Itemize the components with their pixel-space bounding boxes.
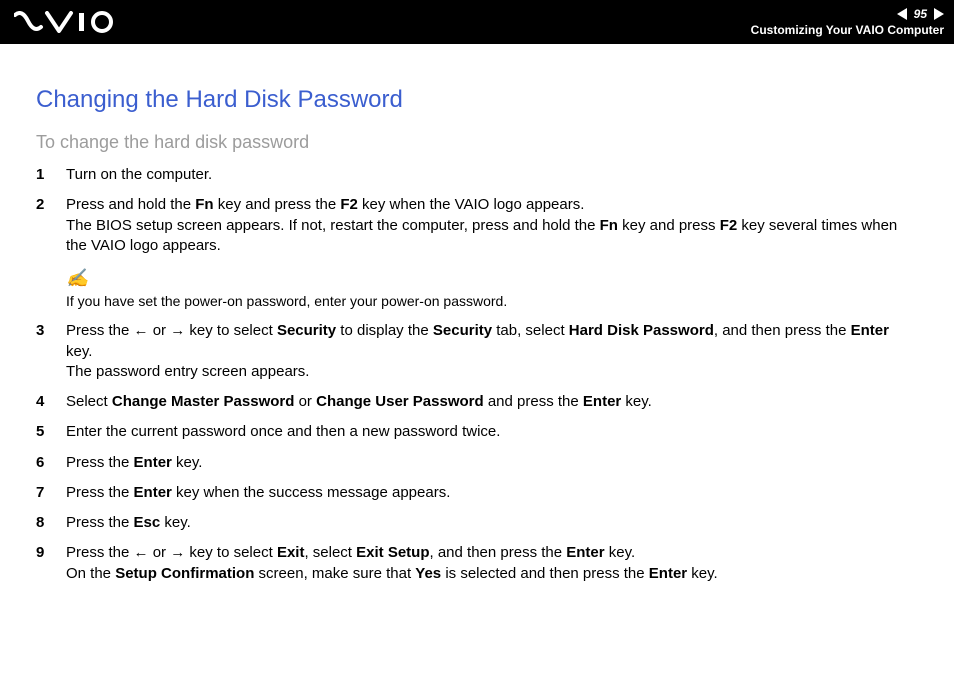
- left-arrow-icon: ←: [134, 321, 149, 341]
- step-body: Press the ← or → key to select Exit, sel…: [66, 543, 918, 584]
- step-1: 1 Turn on the computer.: [36, 165, 918, 185]
- header-bar: 95 Customizing Your VAIO Computer: [0, 0, 954, 44]
- step-number: 3: [36, 321, 66, 382]
- page-nav: 95: [897, 7, 944, 21]
- note-block: ✍ If you have set the power-on password,…: [66, 266, 918, 311]
- step-body: Press and hold the Fn key and press the …: [66, 195, 918, 256]
- step-4: 4 Select Change Master Password or Chang…: [36, 392, 918, 412]
- page-title: Changing the Hard Disk Password: [36, 86, 918, 114]
- content-area: Changing the Hard Disk Password To chang…: [0, 44, 954, 584]
- step-number: 6: [36, 453, 66, 473]
- step-5: 5 Enter the current password once and th…: [36, 422, 918, 442]
- note-icon: ✍: [66, 266, 918, 290]
- step-body: Press the Esc key.: [66, 513, 918, 533]
- steps-list: 1 Turn on the computer. 2 Press and hold…: [36, 165, 918, 584]
- step-body: Press the Enter key.: [66, 453, 918, 473]
- vaio-logo: [14, 11, 124, 33]
- step-body: Enter the current password once and then…: [66, 422, 918, 442]
- page-subtitle: To change the hard disk password: [36, 132, 918, 153]
- left-arrow-icon: ←: [134, 543, 149, 563]
- right-arrow-icon: →: [170, 543, 185, 563]
- step-body: Press the Enter key when the success mes…: [66, 483, 918, 503]
- page-number: 95: [910, 7, 931, 21]
- step-2: 2 Press and hold the Fn key and press th…: [36, 195, 918, 256]
- step-number: 2: [36, 195, 66, 256]
- step-number: 4: [36, 392, 66, 412]
- step-body: Turn on the computer.: [66, 165, 918, 185]
- next-page-icon[interactable]: [934, 8, 944, 20]
- header-right: 95 Customizing Your VAIO Computer: [751, 7, 944, 37]
- step-3: 3 Press the ← or → key to select Securit…: [36, 321, 918, 382]
- step-8: 8 Press the Esc key.: [36, 513, 918, 533]
- step-number: 9: [36, 543, 66, 584]
- step-body: Select Change Master Password or Change …: [66, 392, 918, 412]
- section-label: Customizing Your VAIO Computer: [751, 23, 944, 37]
- step-number: 5: [36, 422, 66, 442]
- prev-page-icon[interactable]: [897, 8, 907, 20]
- step-9: 9 Press the ← or → key to select Exit, s…: [36, 543, 918, 584]
- right-arrow-icon: →: [170, 321, 185, 341]
- step-7: 7 Press the Enter key when the success m…: [36, 483, 918, 503]
- step-number: 1: [36, 165, 66, 185]
- note-text: If you have set the power-on password, e…: [66, 292, 918, 311]
- step-6: 6 Press the Enter key.: [36, 453, 918, 473]
- step-body: Press the ← or → key to select Security …: [66, 321, 918, 382]
- step-number: 8: [36, 513, 66, 533]
- step-number: 7: [36, 483, 66, 503]
